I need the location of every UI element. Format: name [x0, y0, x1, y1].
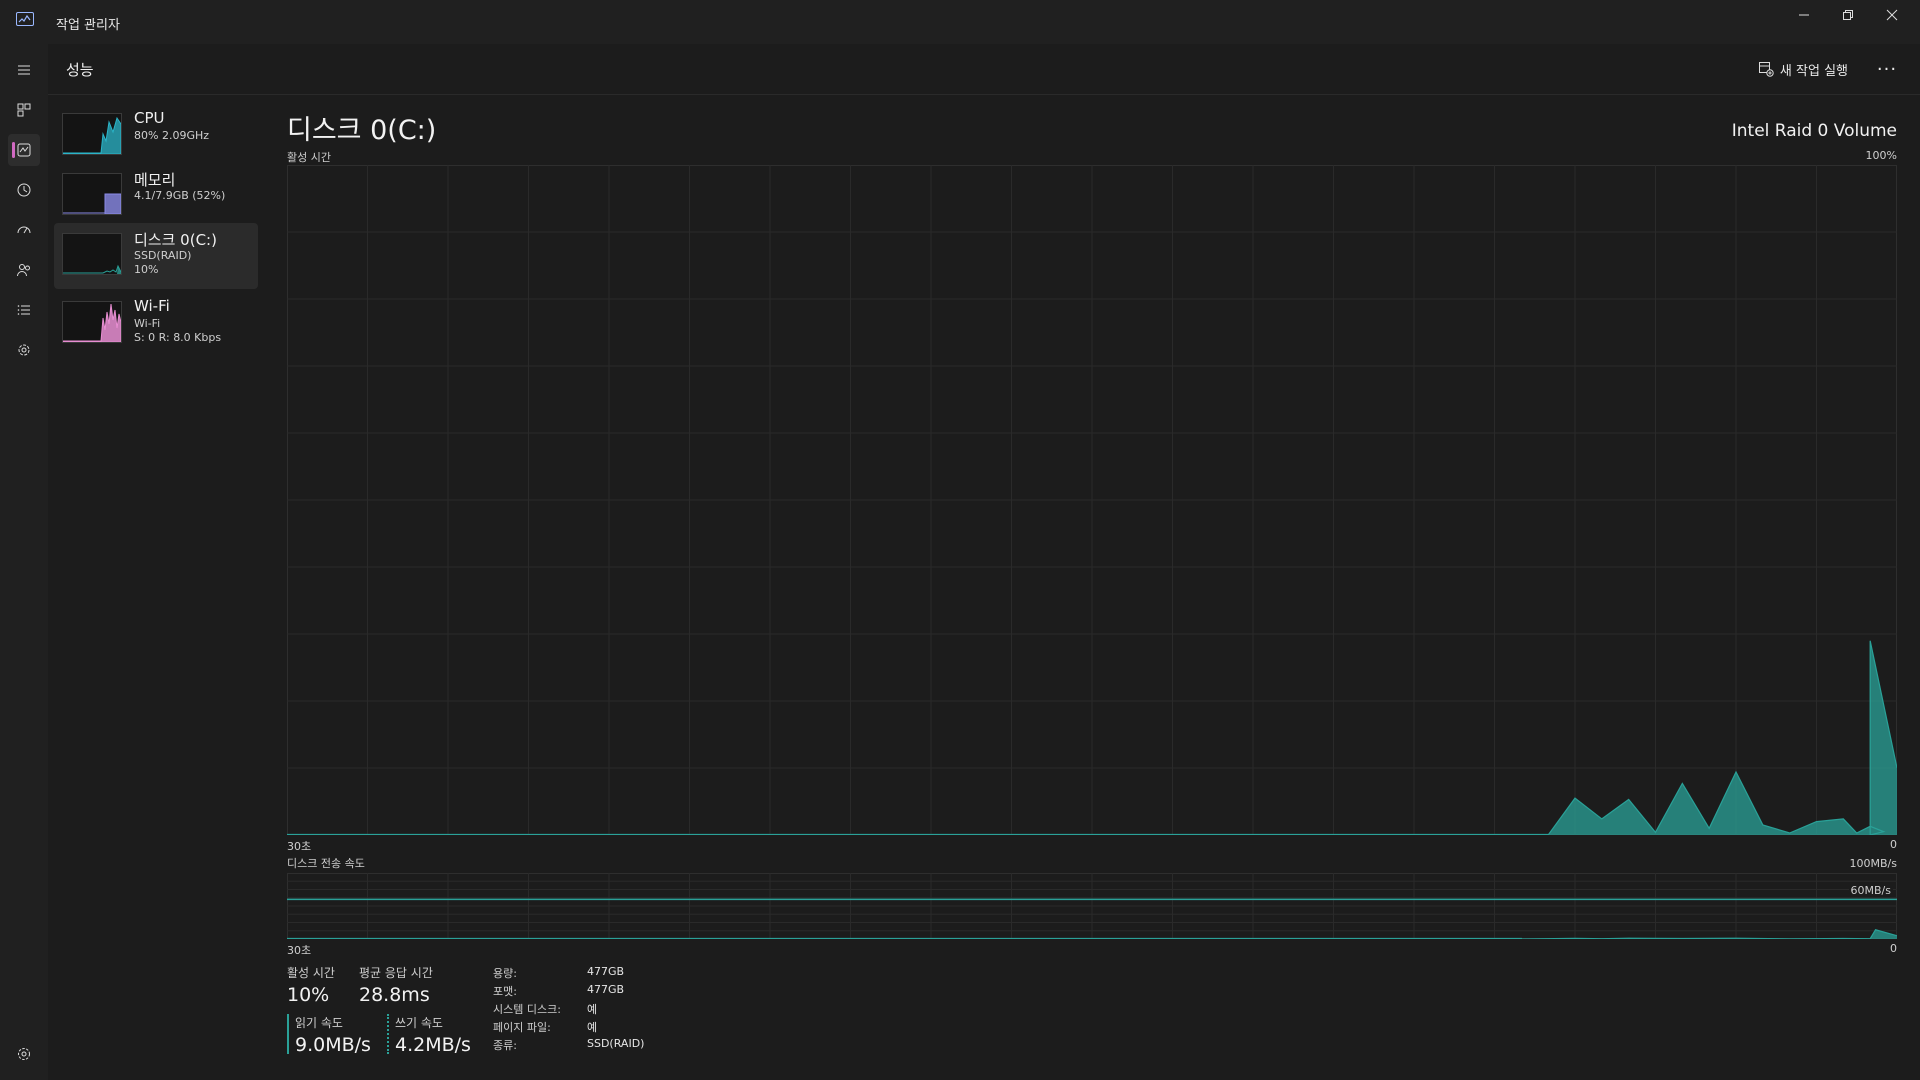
page-title: 성능: [66, 61, 94, 79]
app-history-icon: [17, 183, 31, 197]
device-name: CPU: [134, 109, 165, 127]
avg-response-stat-value: 28.8ms: [359, 984, 430, 1006]
minimize-icon: [1799, 14, 1809, 16]
system-disk-value: 예: [587, 1003, 598, 1016]
restore-icon: [1843, 10, 1853, 20]
disk-type-value: SSD(RAID): [587, 1037, 645, 1050]
task-manager-app-icon: [16, 12, 34, 26]
run-new-task-button[interactable]: 새 작업 실행: [1758, 56, 1848, 82]
write-speed-indicator: [387, 1014, 389, 1054]
nav-details[interactable]: [8, 294, 40, 326]
nav-users[interactable]: [8, 254, 40, 286]
device-list: CPU 80% 2.09GHz 메모리 4.1/7.9GB (52%) 디스크 …: [48, 95, 258, 1080]
disk-model: Intel Raid 0 Volume: [1731, 121, 1897, 141]
nav-performance[interactable]: [8, 134, 40, 166]
window-title: 작업 관리자: [56, 18, 120, 33]
disk-stats: 활성 시간 10% 평균 응답 시간 28.8ms 읽기 속도 9.0MB/s …: [287, 0, 887, 1080]
active-time-time-end: 0: [1890, 838, 1897, 851]
cpu-thumbnail: [62, 113, 122, 155]
device-item-disk[interactable]: 디스크 0(C:) SSD(RAID) 10%: [54, 223, 258, 289]
startup-apps-icon: [17, 226, 31, 234]
page-file-value: 예: [587, 1021, 598, 1034]
write-speed-label: 쓰기 속도: [395, 1016, 443, 1030]
transfer-rate-time-end: 0: [1890, 942, 1897, 955]
read-speed-value: 9.0MB/s: [295, 1034, 371, 1056]
capacity-value: 477GB: [587, 965, 625, 978]
active-time-stat-value: 10%: [287, 984, 330, 1006]
wifi-thumbnail: [62, 301, 122, 343]
disk-type-label: 종류:: [493, 1039, 517, 1052]
gear-icon: [18, 1048, 30, 1060]
write-speed-value: 4.2MB/s: [395, 1034, 471, 1056]
settings-button[interactable]: [8, 1038, 40, 1070]
active-time-stat-label: 활성 시간: [287, 966, 335, 980]
services-icon: [18, 344, 30, 356]
capacity-label: 용량:: [493, 967, 517, 980]
formatted-value: 477GB: [587, 983, 625, 996]
nav-startup-apps[interactable]: [8, 214, 40, 246]
device-type: SSD(RAID): [134, 249, 192, 262]
page-file-label: 페이지 파일:: [493, 1021, 551, 1034]
series-area: [1548, 640, 1897, 835]
restore-button[interactable]: [1826, 0, 1870, 30]
processes-icon: [17, 103, 31, 117]
nav-app-history[interactable]: [8, 174, 40, 206]
new-task-icon: [1758, 62, 1774, 77]
device-item-memory[interactable]: 메모리 4.1/7.9GB (52%): [54, 163, 258, 227]
minimize-button[interactable]: [1782, 0, 1826, 30]
device-name: Wi-Fi: [134, 297, 170, 315]
formatted-label: 포맷:: [493, 985, 517, 998]
nav-processes[interactable]: [8, 94, 40, 126]
read-speed-indicator: [287, 1014, 289, 1054]
transfer-rate-max-label: 100MB/s: [1849, 857, 1897, 870]
device-detail: 80% 2.09GHz: [134, 129, 210, 142]
details-icon: [17, 305, 30, 315]
device-usage: 10%: [134, 263, 159, 276]
device-name: 디스크 0(C:): [134, 231, 217, 249]
device-throughput: S: 0 R: 8.0 Kbps: [134, 331, 222, 344]
users-icon: [17, 264, 30, 277]
system-disk-label: 시스템 디스크:: [493, 1003, 561, 1016]
more-options-button[interactable]: ···: [1872, 56, 1902, 82]
close-icon: [1886, 9, 1898, 21]
hamburger-menu-icon: [18, 65, 30, 75]
memory-thumbnail: [62, 173, 122, 215]
run-new-task-label: 새 작업 실행: [1779, 63, 1848, 79]
device-adapter: Wi-Fi: [134, 317, 161, 330]
active-indicator: [12, 142, 15, 158]
device-name: 메모리: [134, 171, 176, 189]
device-item-cpu[interactable]: CPU 80% 2.09GHz: [54, 103, 258, 167]
device-detail: 4.1/7.9GB (52%): [134, 189, 226, 202]
device-item-wifi[interactable]: Wi-Fi Wi-Fi S: 0 R: 8.0 Kbps: [54, 291, 258, 361]
hamburger-menu-button[interactable]: [8, 54, 40, 86]
avg-response-stat-label: 평균 응답 시간: [359, 966, 433, 980]
close-button[interactable]: [1870, 0, 1914, 30]
navigation-rail: [0, 44, 48, 1080]
transfer-rate-reference-label: 60MB/s: [1848, 884, 1893, 897]
active-time-max-label: 100%: [1865, 149, 1897, 162]
nav-services[interactable]: [8, 334, 40, 366]
disk-thumbnail: [62, 233, 122, 275]
read-speed-label: 읽기 속도: [295, 1016, 343, 1030]
performance-icon: [17, 143, 31, 157]
